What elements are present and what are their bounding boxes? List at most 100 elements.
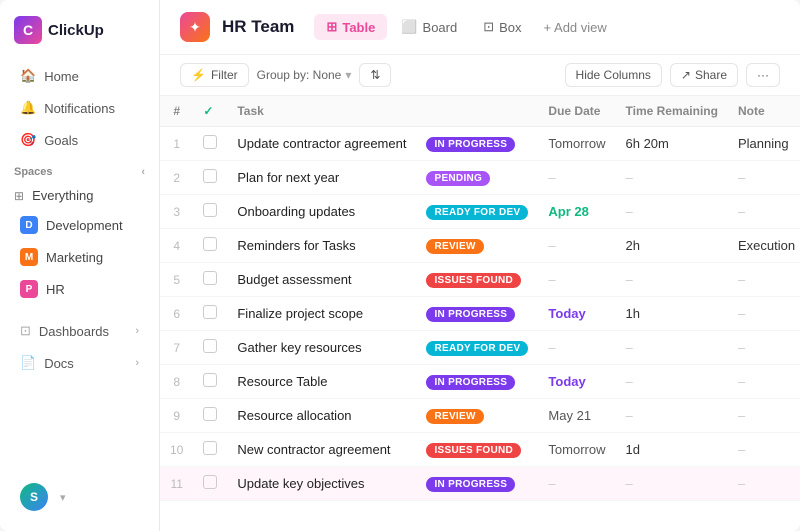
table-row[interactable]: 5 Budget assessment ISSUES FOUND – – – (160, 263, 800, 297)
checkbox[interactable] (203, 339, 217, 353)
checkbox[interactable] (203, 203, 217, 217)
spaces-chevron-icon[interactable]: ‹ (141, 166, 145, 178)
dash: – (626, 204, 633, 219)
task-name[interactable]: Resource Table (227, 365, 416, 399)
table-row[interactable]: 4 Reminders for Tasks REVIEW – 2h Execut… (160, 229, 800, 263)
task-name[interactable]: Resource allocation (227, 399, 416, 433)
tab-box[interactable]: ⊡ Box (471, 14, 533, 40)
dash: – (626, 272, 633, 287)
bell-icon: 🔔 (20, 100, 36, 116)
row-num: 10 (160, 433, 193, 467)
hide-columns-label: Hide Columns (576, 68, 651, 82)
status-cell[interactable]: ISSUES FOUND (416, 433, 538, 467)
row-check[interactable] (193, 399, 227, 433)
table-row[interactable]: 7 Gather key resources READY FOR DEV – –… (160, 331, 800, 365)
user-section[interactable]: S ▾ (0, 475, 159, 519)
row-check[interactable] (193, 229, 227, 263)
checkbox[interactable] (203, 441, 217, 455)
sidebar-item-hr[interactable]: P HR (6, 274, 153, 304)
table-row[interactable]: 11 Update key objectives IN PROGRESS – –… (160, 467, 800, 501)
checkbox[interactable] (203, 237, 217, 251)
filter-button[interactable]: ⚡ Filter (180, 63, 249, 87)
time-remaining-cell: – (616, 365, 728, 399)
row-check[interactable] (193, 297, 227, 331)
sidebar-item-goals[interactable]: 🎯 Goals (6, 125, 153, 155)
status-cell[interactable]: ISSUES FOUND (416, 263, 538, 297)
task-name[interactable]: New contractor agreement (227, 433, 416, 467)
dash: – (738, 442, 745, 457)
add-view-button[interactable]: + Add view (536, 15, 615, 40)
task-name[interactable]: Onboarding updates (227, 195, 416, 229)
task-name[interactable]: Plan for next year (227, 161, 416, 195)
status-cell[interactable]: IN PROGRESS (416, 467, 538, 501)
sidebar-item-everything[interactable]: ⊞ Everything (0, 182, 159, 209)
checkbox[interactable] (203, 135, 217, 149)
row-num: 6 (160, 297, 193, 331)
chevron-down-icon: ▾ (345, 68, 351, 82)
row-check[interactable] (193, 161, 227, 195)
sidebar-item-label: Home (44, 69, 79, 84)
row-num: 5 (160, 263, 193, 297)
sidebar-item-label: Notifications (44, 101, 115, 116)
status-cell[interactable]: IN PROGRESS (416, 365, 538, 399)
status-cell[interactable]: IN PROGRESS (416, 127, 538, 161)
task-name[interactable]: Update key objectives (227, 467, 416, 501)
status-cell[interactable]: READY FOR DEV (416, 331, 538, 365)
tab-board[interactable]: ⬜ Board (389, 14, 469, 40)
status-badge: IN PROGRESS (426, 375, 515, 390)
table-row[interactable]: 10 New contractor agreement ISSUES FOUND… (160, 433, 800, 467)
table-row[interactable]: 8 Resource Table IN PROGRESS Today – – (160, 365, 800, 399)
checkbox[interactable] (203, 407, 217, 421)
row-check[interactable] (193, 127, 227, 161)
table-row[interactable]: 1 Update contractor agreement IN PROGRES… (160, 127, 800, 161)
note-value: Planning (738, 136, 789, 151)
task-name[interactable]: Finalize project scope (227, 297, 416, 331)
sidebar-item-development[interactable]: D Development (6, 210, 153, 240)
dash: – (738, 408, 745, 423)
hide-columns-button[interactable]: Hide Columns (565, 63, 662, 87)
status-badge: PENDING (426, 171, 490, 186)
sort-button[interactable]: ⇅ (359, 63, 391, 87)
share-button[interactable]: ↗ Share (670, 63, 738, 87)
sort-icon: ⇅ (370, 68, 380, 82)
row-check[interactable] (193, 331, 227, 365)
table-row[interactable]: 3 Onboarding updates READY FOR DEV Apr 2… (160, 195, 800, 229)
more-options-button[interactable]: ··· (746, 63, 780, 87)
checkbox[interactable] (203, 271, 217, 285)
task-name[interactable]: Reminders for Tasks (227, 229, 416, 263)
chevron-down-icon: ▾ (60, 491, 66, 504)
status-cell[interactable]: PENDING (416, 161, 538, 195)
checkbox[interactable] (203, 305, 217, 319)
row-check[interactable] (193, 467, 227, 501)
table-row[interactable]: 2 Plan for next year PENDING – – – (160, 161, 800, 195)
dash: – (738, 306, 745, 321)
due-date-value: Tomorrow (548, 136, 605, 151)
row-check[interactable] (193, 365, 227, 399)
table-row[interactable]: 6 Finalize project scope IN PROGRESS Tod… (160, 297, 800, 331)
status-cell[interactable]: REVIEW (416, 229, 538, 263)
row-check[interactable] (193, 195, 227, 229)
checkbox[interactable] (203, 373, 217, 387)
checkbox[interactable] (203, 475, 217, 489)
status-badge: REVIEW (426, 239, 483, 254)
status-cell[interactable]: READY FOR DEV (416, 195, 538, 229)
sidebar-item-label: Marketing (46, 250, 103, 265)
status-cell[interactable]: IN PROGRESS (416, 297, 538, 331)
sidebar-item-notifications[interactable]: 🔔 Notifications (6, 93, 153, 123)
row-check[interactable] (193, 263, 227, 297)
task-name[interactable]: Gather key resources (227, 331, 416, 365)
tab-table[interactable]: ⊞ Table (314, 14, 387, 40)
task-name[interactable]: Budget assessment (227, 263, 416, 297)
checkbox[interactable] (203, 169, 217, 183)
group-by-selector[interactable]: Group by: None ▾ (257, 68, 352, 82)
status-badge: READY FOR DEV (426, 205, 528, 220)
table-row[interactable]: 9 Resource allocation REVIEW May 21 – – (160, 399, 800, 433)
row-check[interactable] (193, 433, 227, 467)
toolbar: ⚡ Filter Group by: None ▾ ⇅ Hide Columns… (160, 55, 800, 96)
sidebar-item-dashboards[interactable]: ⊡ Dashboards › (6, 316, 153, 346)
status-cell[interactable]: REVIEW (416, 399, 538, 433)
sidebar-item-home[interactable]: 🏠 Home (6, 61, 153, 91)
sidebar-item-docs[interactable]: 📄 Docs › (6, 348, 153, 378)
sidebar-item-marketing[interactable]: M Marketing (6, 242, 153, 272)
task-name[interactable]: Update contractor agreement (227, 127, 416, 161)
